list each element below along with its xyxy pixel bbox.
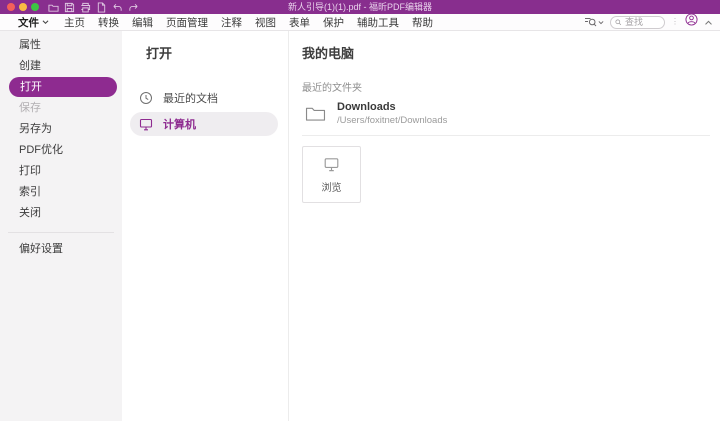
search-icon: [615, 18, 622, 27]
menu-accessibility-tools[interactable]: 辅助工具: [357, 15, 399, 30]
menu-comment[interactable]: 注释: [221, 15, 242, 30]
sidebar-item-create[interactable]: 创建: [0, 56, 122, 77]
place-item-computer[interactable]: 计算机: [130, 112, 278, 136]
menu-view[interactable]: 视图: [255, 15, 276, 30]
chevron-down-icon: [42, 19, 49, 25]
sidebar-item-pdf-optimize[interactable]: PDF优化: [0, 140, 122, 161]
place-item-recent-documents[interactable]: 最近的文档: [130, 86, 278, 110]
recent-folder-name: Downloads: [337, 101, 447, 113]
find-replace-icon: [584, 16, 597, 28]
menu-convert[interactable]: 转换: [98, 15, 119, 30]
save-icon[interactable]: [64, 2, 75, 13]
my-computer-title: 我的电脑: [302, 43, 720, 62]
zoom-window-icon[interactable]: [31, 3, 39, 11]
folder-icon: [305, 105, 326, 122]
menu-bar: 文件 主页 转换 编辑 页面管理 注释 视图 表单 保护 辅助工具 帮助 ⋮: [0, 14, 720, 31]
sidebar-item-index[interactable]: 索引: [0, 182, 122, 203]
sidebar-item-save[interactable]: 保存: [0, 98, 122, 119]
collapse-toolbar-button[interactable]: [704, 13, 713, 31]
search-box[interactable]: [610, 16, 665, 29]
sidebar-item-save-as[interactable]: 另存为: [0, 119, 122, 140]
clock-icon: [139, 91, 153, 105]
open-panel-title: 打开: [122, 43, 288, 62]
recent-folders-label: 最近的文件夹: [302, 79, 720, 94]
minimize-window-icon[interactable]: [19, 3, 27, 11]
browse-button[interactable]: 浏览: [302, 146, 361, 203]
open-places-list: 最近的文档 计算机: [122, 86, 288, 136]
menu-form[interactable]: 表单: [289, 15, 310, 30]
chevron-up-icon: [704, 19, 713, 26]
sidebar-item-properties[interactable]: 属性: [0, 35, 122, 56]
computer-icon: [139, 117, 153, 131]
new-document-icon[interactable]: [96, 2, 107, 13]
place-item-label: 计算机: [163, 116, 196, 132]
sidebar-item-close[interactable]: 关闭: [0, 203, 122, 224]
open-folder-icon[interactable]: [48, 2, 59, 13]
menu-page-management[interactable]: 页面管理: [166, 15, 208, 30]
backstage-view: 属性 创建 打开 保存 另存为 PDF优化 打印 索引 关闭 偏好设置 打开 最…: [0, 31, 720, 421]
computer-icon: [322, 156, 341, 172]
find-replace-button[interactable]: [584, 16, 604, 28]
backstage-sidebar: 属性 创建 打开 保存 另存为 PDF优化 打印 索引 关闭 偏好设置: [0, 31, 122, 421]
toolbar-separator: ⋮: [671, 18, 679, 26]
section-divider: [302, 135, 710, 136]
my-computer-panel: 我的电脑 最近的文件夹 Downloads /Users/foxitnet/Do…: [289, 31, 720, 421]
recent-folder-path: /Users/foxitnet/Downloads: [337, 115, 447, 126]
menu-help[interactable]: 帮助: [412, 15, 433, 30]
open-panel: 打开 最近的文档 计算机: [122, 31, 289, 421]
sidebar-item-preferences[interactable]: 偏好设置: [0, 239, 122, 260]
sidebar-divider: [8, 232, 114, 233]
recent-folder-info: Downloads /Users/foxitnet/Downloads: [337, 101, 447, 126]
browse-label: 浏览: [322, 179, 342, 194]
menu-file[interactable]: 文件: [18, 15, 49, 30]
recent-folder-downloads[interactable]: Downloads /Users/foxitnet/Downloads: [302, 101, 720, 126]
sidebar-item-open[interactable]: 打开: [9, 77, 117, 97]
quick-access-toolbar: [48, 2, 139, 13]
print-icon[interactable]: [80, 2, 91, 13]
menu-edit[interactable]: 编辑: [132, 15, 153, 30]
place-item-label: 最近的文档: [163, 90, 218, 106]
search-input[interactable]: [625, 17, 660, 27]
menu-home[interactable]: 主页: [64, 15, 85, 30]
redo-icon[interactable]: [128, 2, 139, 13]
sidebar-item-print[interactable]: 打印: [0, 161, 122, 182]
account-avatar[interactable]: [685, 13, 698, 31]
chevron-down-icon: [598, 20, 604, 25]
close-window-icon[interactable]: [7, 3, 15, 11]
undo-icon[interactable]: [112, 2, 123, 13]
title-bar: 新人引导(1)(1).pdf - 福昕PDF编辑器: [0, 0, 720, 14]
window-controls: [7, 3, 39, 11]
menubar-right-cluster: ⋮: [584, 14, 713, 30]
menu-protect[interactable]: 保护: [323, 15, 344, 30]
